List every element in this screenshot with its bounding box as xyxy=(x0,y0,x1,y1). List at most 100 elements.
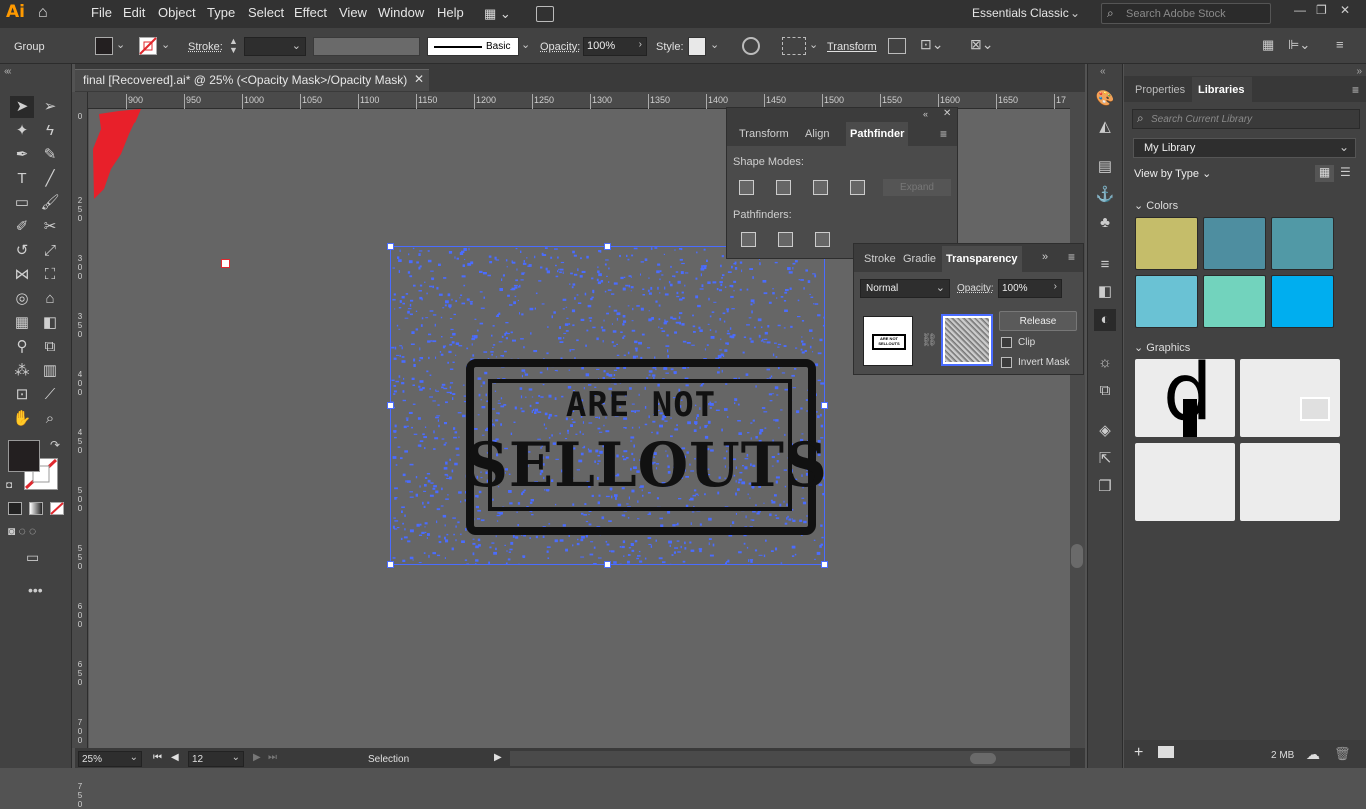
rectangle-tool-icon[interactable]: ▭ xyxy=(10,192,34,214)
divide-button[interactable] xyxy=(741,232,756,247)
menu-effect[interactable]: Effect xyxy=(294,5,327,20)
document-tab[interactable]: final [Recovered].ai* @ 25% (<Opacity Ma… xyxy=(75,69,429,91)
tab-pathfinder[interactable]: Pathfinder xyxy=(846,122,908,146)
eraser-tool-icon[interactable]: ✂ xyxy=(38,216,62,238)
release-button[interactable]: Release xyxy=(999,311,1077,331)
transparency-panel-icon[interactable]: ◐ xyxy=(1094,309,1116,331)
selection-handle[interactable] xyxy=(387,561,394,568)
variable-width-profile[interactable] xyxy=(313,37,420,56)
collapse-panel-icon[interactable]: « xyxy=(923,109,928,119)
next-artboard-icon[interactable]: ▶ xyxy=(253,752,261,763)
menu-window[interactable]: Window xyxy=(378,5,424,20)
tab-libraries[interactable]: Libraries xyxy=(1192,77,1252,102)
artboards-icon[interactable]: ▤ xyxy=(1094,156,1116,178)
chevron-down-icon[interactable]: ⌄ xyxy=(161,38,170,51)
unite-button[interactable] xyxy=(739,180,754,195)
stroke-weight-input[interactable]: ⌄ xyxy=(244,37,306,56)
invert-mask-checkbox[interactable] xyxy=(1001,357,1012,368)
graphic-item[interactable] xyxy=(1240,443,1340,521)
opacity-label[interactable]: Opacity: xyxy=(540,41,580,53)
minimize-icon[interactable]: — xyxy=(1294,3,1306,17)
asset-export-icon[interactable]: ❐ xyxy=(1094,476,1116,498)
collapse-toolbar-icon[interactable]: « xyxy=(6,66,12,77)
view-by-type-dropdown[interactable]: View by Type ⌄ xyxy=(1134,167,1211,180)
add-content-icon[interactable]: + xyxy=(1134,744,1143,762)
artboard-select[interactable]: 12 ⌄ xyxy=(188,751,244,767)
artwork-thumbnail[interactable]: ARE NOTSELLOUTS xyxy=(863,316,913,366)
hand-tool-icon[interactable]: ✋ xyxy=(10,408,34,430)
chevron-right-icon[interactable]: › xyxy=(639,39,642,50)
tab-stroke[interactable]: Stroke xyxy=(860,246,900,272)
tab-transparency[interactable]: Transparency xyxy=(942,246,1022,272)
exclude-button[interactable] xyxy=(850,180,865,195)
stroke-label[interactable]: Stroke: xyxy=(188,41,223,53)
export-icon[interactable]: ⇱ xyxy=(1094,448,1116,470)
layers-icon[interactable]: ◈ xyxy=(1094,420,1116,442)
width-tool-icon[interactable]: ⋈ xyxy=(10,264,34,286)
library-color-swatch[interactable] xyxy=(1271,275,1334,328)
panel-menu-icon[interactable]: ≡ xyxy=(1352,83,1359,97)
selection-handle[interactable] xyxy=(821,402,828,409)
symbol-sprayer-tool-icon[interactable]: ⁂ xyxy=(10,360,34,382)
minus-front-button[interactable] xyxy=(776,180,791,195)
symbols-icon[interactable]: ♣ xyxy=(1094,212,1116,234)
expand-button[interactable]: Expand xyxy=(883,179,951,196)
vertical-scrollbar[interactable] xyxy=(1070,92,1085,748)
stroke-weight-stepper[interactable]: ▲▼ xyxy=(229,37,241,56)
symbols-panel-icon[interactable]: ◭ xyxy=(1094,116,1116,138)
stroke-panel-icon[interactable]: ≡ xyxy=(1094,254,1116,276)
stock-search-box[interactable]: ⌕ Search Adobe Stock xyxy=(1101,3,1271,24)
intersect-button[interactable] xyxy=(813,180,828,195)
transparency-opacity-label[interactable]: Opacity: xyxy=(957,283,994,294)
gradient-panel-icon[interactable]: ◧ xyxy=(1094,281,1116,303)
pen-tool-icon[interactable]: ✒ xyxy=(10,144,34,166)
none-mode-icon[interactable] xyxy=(50,502,64,515)
drawing-modes-icon[interactable]: ◙ ◌ ◌ xyxy=(8,524,66,542)
menu-help[interactable]: Help xyxy=(437,5,464,20)
color-mode-icon[interactable] xyxy=(8,502,22,515)
shape-builder-tool-icon[interactable]: ◎ xyxy=(10,288,34,310)
library-color-swatch[interactable] xyxy=(1203,217,1266,270)
menu-view[interactable]: View xyxy=(339,5,367,20)
chevron-down-icon[interactable]: ⌄ xyxy=(710,38,719,51)
eyedropper-tool-icon[interactable]: ⚲ xyxy=(10,336,34,358)
puppet-warp-icon[interactable]: ⊠⌄ xyxy=(970,36,993,53)
first-artboard-icon[interactable]: ⏮ xyxy=(153,752,162,763)
lasso-tool-icon[interactable]: ϟ xyxy=(38,120,62,142)
swap-colors-icon[interactable]: ↷ xyxy=(50,438,60,452)
expand-panel-icon[interactable]: » xyxy=(1042,251,1048,263)
transform-link[interactable]: Transform xyxy=(827,41,877,53)
last-artboard-icon[interactable]: ⏭ xyxy=(268,752,277,763)
perspective-grid-tool-icon[interactable]: ⌂ xyxy=(38,288,62,310)
tab-align[interactable]: Align xyxy=(801,122,833,146)
menu-file[interactable]: File xyxy=(91,5,112,20)
selection-tool-icon[interactable]: ➤ xyxy=(10,96,34,118)
panel-menu-icon[interactable]: ≡ xyxy=(940,127,947,141)
stroke-swatch[interactable] xyxy=(139,37,157,55)
library-search-box[interactable]: ⌕ Search Current Library xyxy=(1132,109,1360,129)
blend-mode-select[interactable]: Normal ⌄ xyxy=(860,279,950,298)
graphic-item[interactable] xyxy=(1135,443,1235,521)
appearance-icon[interactable]: ☼ xyxy=(1094,352,1116,374)
restore-icon[interactable]: ❐ xyxy=(1316,3,1327,17)
selection-handle[interactable] xyxy=(387,402,394,409)
tab-transform[interactable]: Transform xyxy=(735,122,793,146)
colors-section-header[interactable]: ⌄ Colors xyxy=(1134,199,1178,212)
library-color-swatch[interactable] xyxy=(1135,217,1198,270)
trash-icon[interactable]: 🗑 xyxy=(1334,746,1351,762)
line-tool-icon[interactable]: ╱ xyxy=(38,168,62,190)
graphic-styles-icon[interactable]: ⧉ xyxy=(1094,380,1116,402)
chevron-down-icon[interactable]: ⌄ xyxy=(809,38,818,51)
gpu-performance-icon[interactable] xyxy=(536,6,554,22)
anchor-point-marker[interactable] xyxy=(221,259,230,268)
workspace-switcher[interactable]: Essentials Classic xyxy=(972,6,1069,20)
edit-group-icon[interactable]: ⊡⌄ xyxy=(920,36,943,53)
gradient-mode-icon[interactable] xyxy=(29,502,43,515)
selection-handle[interactable] xyxy=(604,561,611,568)
close-panel-icon[interactable]: ✕ xyxy=(943,108,951,119)
previous-artboard-icon[interactable]: ◀ xyxy=(171,752,179,763)
link-mask-icon[interactable]: ⛓ xyxy=(921,332,938,348)
blend-tool-icon[interactable]: ⧉ xyxy=(38,336,62,358)
edit-toolbar-icon[interactable]: ••• xyxy=(28,582,43,598)
brush-definition[interactable]: Basic xyxy=(427,37,519,56)
